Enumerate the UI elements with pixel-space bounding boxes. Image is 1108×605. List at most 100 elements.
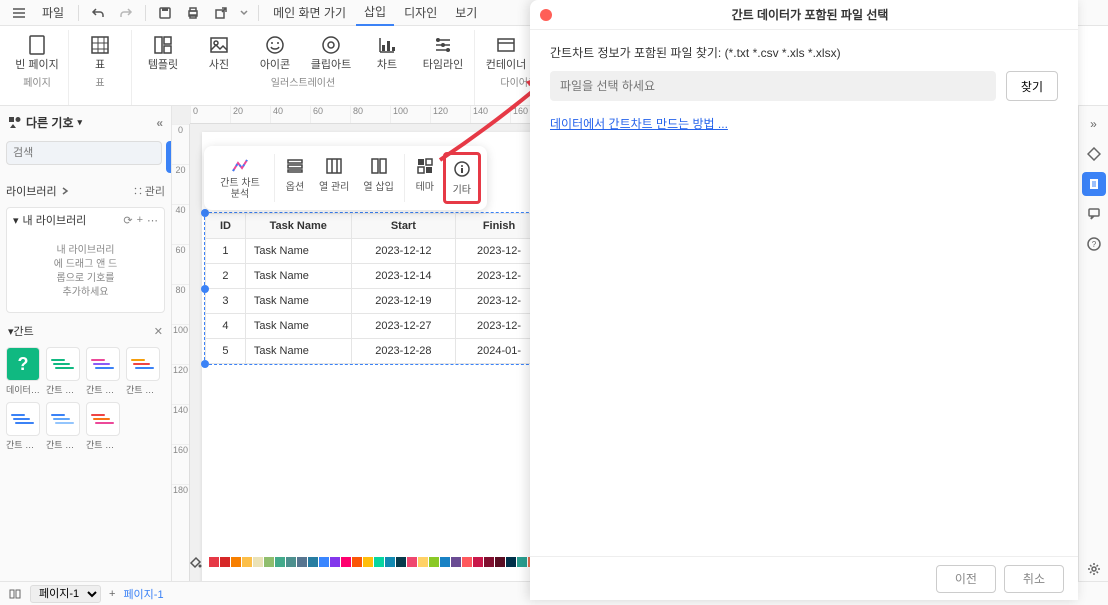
color-swatch[interactable] xyxy=(473,557,483,567)
color-swatch[interactable] xyxy=(209,557,219,567)
collapse-icon[interactable]: « xyxy=(156,116,163,130)
color-swatch[interactable] xyxy=(341,557,351,567)
hamburger-menu-icon[interactable] xyxy=(6,2,32,24)
more-icon[interactable]: ⋯ xyxy=(147,214,158,227)
color-swatch[interactable] xyxy=(385,557,395,567)
file-path-input[interactable] xyxy=(550,71,996,101)
gantt-thumb[interactable] xyxy=(6,402,40,436)
gantt-table-selection[interactable]: IDTask NameStartFinish 1Task Name2023-12… xyxy=(204,212,544,365)
manage-button[interactable]: 관리 xyxy=(133,183,165,199)
color-swatch[interactable] xyxy=(429,557,439,567)
color-swatch[interactable] xyxy=(352,557,362,567)
add-icon[interactable]: + xyxy=(137,214,143,227)
cancel-button[interactable]: 취소 xyxy=(1004,565,1064,593)
color-swatch[interactable] xyxy=(363,557,373,567)
refresh-icon[interactable]: ⟳ xyxy=(123,214,132,227)
theme-button[interactable]: 테마 xyxy=(409,152,441,204)
tab-design[interactable]: 디자인 xyxy=(396,0,445,26)
table-row[interactable]: 5Task Name2023-12-282024-01- xyxy=(206,339,543,364)
color-swatch[interactable] xyxy=(374,557,384,567)
doc-icon[interactable] xyxy=(1082,172,1106,196)
gantt-thumb[interactable] xyxy=(86,402,120,436)
page-tab[interactable]: 페이지-1 xyxy=(123,586,163,602)
timeline-button[interactable]: 타임라인 xyxy=(416,30,470,71)
gantt-thumb[interactable] xyxy=(126,347,160,381)
options-button[interactable]: 옵션 xyxy=(279,152,311,204)
col-insert-button[interactable]: 열 삽입 xyxy=(357,152,399,204)
tab-insert[interactable]: 삽입 xyxy=(356,0,394,26)
help-icon[interactable]: ? xyxy=(1082,232,1106,256)
resize-handle[interactable] xyxy=(201,285,209,293)
other-symbols-header[interactable]: 다른 기호 ▾ « xyxy=(6,110,165,135)
gantt-thumb[interactable] xyxy=(46,347,80,381)
gear-icon[interactable] xyxy=(1082,557,1106,581)
color-swatch[interactable] xyxy=(242,557,252,567)
blank-page-button[interactable]: 빈 페이지 xyxy=(10,30,64,71)
color-swatch[interactable] xyxy=(517,557,527,567)
gantt-table[interactable]: IDTask NameStartFinish 1Task Name2023-12… xyxy=(205,213,543,364)
table-row[interactable]: 4Task Name2023-12-272023-12- xyxy=(206,314,543,339)
color-swatch[interactable] xyxy=(231,557,241,567)
gantt-section-header[interactable]: ▾ 간트✕ xyxy=(6,319,165,343)
expand-rail-icon[interactable]: » xyxy=(1082,112,1106,136)
resize-handle[interactable] xyxy=(201,360,209,368)
gantt-thumb[interactable]: ? xyxy=(6,347,40,381)
color-swatch[interactable] xyxy=(264,557,274,567)
tab-main-screen[interactable]: 메인 화면 가기 xyxy=(265,0,354,26)
analyze-button[interactable]: 간트 차트 분석 xyxy=(210,152,270,204)
color-swatch[interactable] xyxy=(275,557,285,567)
modal-close-button[interactable] xyxy=(540,9,552,21)
color-swatch[interactable] xyxy=(253,557,263,567)
col-manage-button[interactable]: 열 관리 xyxy=(313,152,355,204)
color-swatch[interactable] xyxy=(297,557,307,567)
gantt-thumb[interactable] xyxy=(46,402,80,436)
diamond-icon[interactable] xyxy=(1082,142,1106,166)
redo-icon[interactable] xyxy=(113,2,139,24)
photo-button[interactable]: 사진 xyxy=(192,30,246,71)
save-icon[interactable] xyxy=(152,2,178,24)
close-icon[interactable]: ✕ xyxy=(154,325,163,338)
container-button[interactable]: 컨테이너 xyxy=(479,30,533,71)
search-input[interactable] xyxy=(6,141,162,165)
color-swatch[interactable] xyxy=(440,557,450,567)
icon-button[interactable]: 아이콘 xyxy=(248,30,302,71)
template-button[interactable]: 템플릿 xyxy=(136,30,190,71)
color-swatch[interactable] xyxy=(462,557,472,567)
undo-icon[interactable] xyxy=(85,2,111,24)
prev-button[interactable]: 이전 xyxy=(936,565,996,593)
pages-icon[interactable] xyxy=(8,587,22,601)
clipart-button[interactable]: 클립아트 xyxy=(304,30,358,71)
add-page-button[interactable]: + xyxy=(109,588,115,600)
color-swatch[interactable] xyxy=(484,557,494,567)
table-row[interactable]: 2Task Name2023-12-142023-12- xyxy=(206,264,543,289)
color-swatch[interactable] xyxy=(220,557,230,567)
print-icon[interactable] xyxy=(180,2,206,24)
color-swatch[interactable] xyxy=(495,557,505,567)
table-row[interactable]: 1Task Name2023-12-122023-12- xyxy=(206,239,543,264)
color-swatch[interactable] xyxy=(396,557,406,567)
page-select[interactable]: 페이지-1 xyxy=(30,585,101,603)
resize-handle[interactable] xyxy=(201,209,209,217)
export-icon[interactable] xyxy=(208,2,234,24)
find-button[interactable]: 찾기 xyxy=(1006,71,1058,101)
help-link[interactable]: 데이터에서 간트차트 만드는 방법 ... xyxy=(550,117,728,131)
color-swatch[interactable] xyxy=(319,557,329,567)
table-button[interactable]: 표 xyxy=(73,30,127,71)
more-button[interactable]: 기타 xyxy=(443,152,481,204)
file-menu[interactable]: 파일 xyxy=(34,0,72,26)
bucket-icon[interactable] xyxy=(188,555,202,569)
color-swatch[interactable] xyxy=(407,557,417,567)
color-swatch[interactable] xyxy=(451,557,461,567)
chevron-down-icon[interactable] xyxy=(236,2,252,24)
color-swatch[interactable] xyxy=(330,557,340,567)
color-swatch[interactable] xyxy=(418,557,428,567)
gantt-thumb[interactable] xyxy=(86,347,120,381)
tab-view[interactable]: 보기 xyxy=(447,0,485,26)
table-row[interactable]: 3Task Name2023-12-192023-12- xyxy=(206,289,543,314)
chart-button[interactable]: 차트 xyxy=(360,30,414,71)
my-library-header[interactable]: ▾내 라이브러리 ⟳ + ⋯ xyxy=(7,208,164,232)
color-swatch[interactable] xyxy=(286,557,296,567)
color-swatch[interactable] xyxy=(308,557,318,567)
color-swatch[interactable] xyxy=(506,557,516,567)
comment-icon[interactable] xyxy=(1082,202,1106,226)
